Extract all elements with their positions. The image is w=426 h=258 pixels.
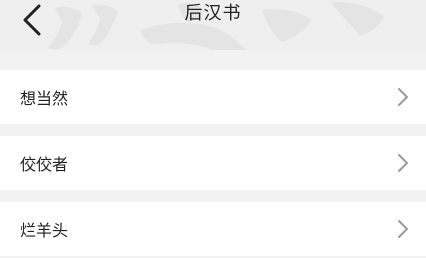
chevron-right-icon: [396, 87, 410, 107]
list-item[interactable]: 佼佼者: [0, 136, 426, 190]
list-item[interactable]: 想当然: [0, 70, 426, 124]
list-item[interactable]: 烂羊头: [0, 202, 426, 256]
list-item-label: 佼佼者: [20, 155, 69, 174]
list-item-label: 烂羊头: [20, 221, 69, 240]
list-item-label: 想当然: [20, 89, 69, 108]
chevron-right-icon: [396, 153, 410, 173]
nav-bar: 后汉书: [0, 0, 426, 50]
chevron-right-icon: [396, 219, 410, 239]
page-title: 后汉书: [184, 3, 242, 24]
